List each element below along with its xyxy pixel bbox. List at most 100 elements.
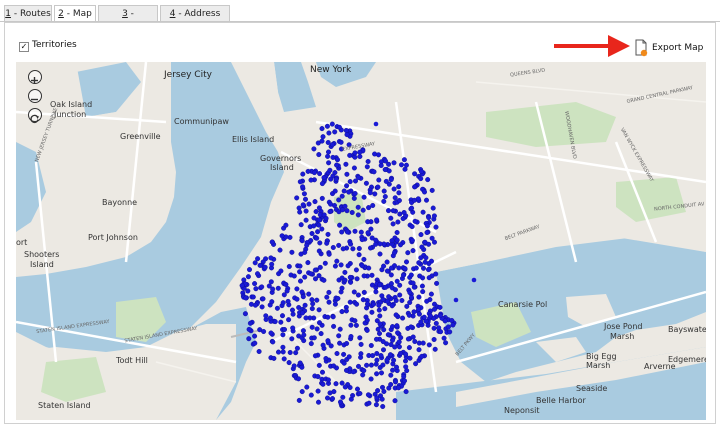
territory-marker[interactable] [388, 177, 394, 183]
territory-marker[interactable] [352, 190, 358, 196]
territory-marker[interactable] [398, 350, 404, 356]
territory-marker[interactable] [293, 350, 299, 356]
territory-marker[interactable] [246, 326, 252, 332]
territory-marker[interactable] [388, 382, 394, 388]
territory-marker[interactable] [330, 314, 336, 320]
territory-marker[interactable] [350, 246, 356, 252]
territory-marker[interactable] [326, 299, 332, 305]
territory-marker[interactable] [425, 177, 431, 183]
territory-marker[interactable] [392, 250, 398, 256]
territory-marker[interactable] [396, 385, 402, 391]
territory-marker[interactable] [340, 207, 346, 213]
territory-marker[interactable] [386, 294, 392, 300]
territory-marker[interactable] [408, 324, 414, 330]
territory-marker[interactable] [309, 230, 315, 236]
territory-marker[interactable] [324, 123, 330, 129]
territory-marker[interactable] [243, 295, 249, 301]
territory-marker[interactable] [410, 248, 416, 254]
territory-marker[interactable] [317, 264, 323, 270]
territory-marker[interactable] [323, 356, 329, 362]
territory-marker[interactable] [432, 306, 438, 312]
territory-marker[interactable] [344, 132, 350, 138]
territory-marker[interactable] [390, 208, 396, 214]
territory-marker[interactable] [341, 188, 347, 194]
territory-marker[interactable] [412, 218, 418, 224]
territory-marker[interactable] [369, 282, 375, 288]
territory-marker[interactable] [409, 205, 415, 211]
territory-marker[interactable] [332, 188, 338, 194]
territory-marker[interactable] [298, 278, 304, 284]
territory-marker[interactable] [334, 162, 340, 168]
territory-marker[interactable] [345, 263, 351, 269]
territory-marker[interactable] [426, 275, 432, 281]
territory-marker[interactable] [412, 184, 418, 190]
territory-marker[interactable] [302, 302, 308, 308]
territory-marker[interactable] [304, 384, 310, 390]
territory-marker[interactable] [351, 195, 357, 201]
territory-marker[interactable] [372, 191, 378, 197]
territory-marker[interactable] [371, 169, 377, 175]
territory-marker[interactable] [395, 330, 401, 336]
territory-marker[interactable] [419, 283, 425, 289]
territory-marker[interactable] [413, 265, 419, 271]
territory-marker[interactable] [381, 198, 387, 204]
territory-marker[interactable] [379, 396, 385, 402]
territory-marker[interactable] [350, 393, 356, 399]
territory-marker[interactable] [428, 291, 434, 297]
territory-marker[interactable] [377, 241, 383, 247]
territory-marker[interactable] [257, 262, 263, 268]
territory-marker[interactable] [424, 197, 430, 203]
territory-marker[interactable] [280, 349, 286, 355]
territory-marker[interactable] [316, 222, 322, 228]
territory-marker[interactable] [352, 154, 358, 160]
territory-marker[interactable] [294, 345, 300, 351]
territory-marker[interactable] [373, 402, 379, 408]
territory-marker[interactable] [392, 287, 398, 293]
territory-marker[interactable] [358, 341, 364, 347]
territory-marker[interactable] [311, 170, 317, 176]
territory-marker[interactable] [246, 267, 252, 273]
territory-marker[interactable] [279, 233, 285, 239]
territory-marker[interactable] [346, 354, 352, 360]
territory-marker[interactable] [286, 263, 292, 269]
territory-marker[interactable] [377, 313, 383, 319]
territory-marker[interactable] [347, 179, 353, 185]
territory-marker[interactable] [433, 271, 439, 277]
territory-marker[interactable] [377, 282, 383, 288]
territory-marker[interactable] [312, 353, 318, 359]
territory-marker[interactable] [357, 153, 363, 159]
territory-marker[interactable] [381, 327, 387, 333]
territory-marker[interactable] [319, 181, 325, 187]
territory-marker[interactable] [396, 265, 402, 271]
territory-marker[interactable] [390, 324, 396, 330]
territory-marker[interactable] [418, 319, 424, 325]
territory-marker[interactable] [316, 399, 322, 405]
territory-marker[interactable] [300, 202, 306, 208]
territory-marker[interactable] [416, 294, 422, 300]
territory-marker[interactable] [398, 242, 404, 248]
territory-marker[interactable] [343, 127, 349, 133]
territory-marker[interactable] [384, 268, 390, 274]
territory-marker[interactable] [371, 301, 377, 307]
territory-marker[interactable] [418, 176, 424, 182]
territory-marker[interactable] [351, 289, 357, 295]
territory-marker[interactable] [360, 207, 366, 213]
territory-marker[interactable] [342, 269, 348, 275]
territory-marker[interactable] [411, 284, 417, 290]
territory-marker[interactable] [336, 242, 342, 248]
territory-marker[interactable] [377, 331, 383, 337]
territory-marker[interactable] [344, 229, 350, 235]
territory-marker[interactable] [252, 340, 258, 346]
territory-marker[interactable] [418, 232, 424, 238]
territory-marker[interactable] [308, 177, 314, 183]
territory-marker[interactable] [286, 360, 292, 366]
territory-marker[interactable] [311, 223, 317, 229]
territory-marker[interactable] [280, 344, 286, 350]
territory-marker[interactable] [426, 267, 432, 273]
territory-marker[interactable] [420, 209, 426, 215]
territory-marker[interactable] [320, 381, 326, 387]
territory-marker[interactable] [409, 224, 415, 230]
territory-marker[interactable] [278, 268, 284, 274]
territory-marker[interactable] [397, 211, 403, 217]
territory-marker[interactable] [300, 184, 306, 190]
